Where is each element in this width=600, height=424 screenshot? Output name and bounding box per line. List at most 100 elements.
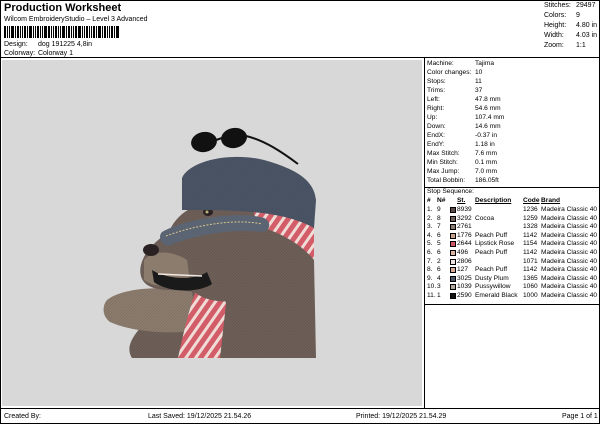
thread-brand: Madeira Classic 40 <box>541 206 598 213</box>
needle-number: 1 <box>437 292 441 299</box>
thread-code: 1142 <box>523 231 538 239</box>
thread-color-swatch <box>450 284 456 291</box>
info-value: 10 <box>475 69 483 76</box>
barcode-bar <box>24 26 26 38</box>
barcode-bar <box>20 26 21 38</box>
info-label: Down: <box>427 123 446 130</box>
stop-sequence-title: Stop Sequence: <box>427 188 474 195</box>
barcode-bar <box>91 26 92 38</box>
stop-index: 8. <box>427 266 433 274</box>
needle-number: 6 <box>437 266 441 274</box>
header-index: # <box>427 197 431 204</box>
thread-code: 1060 <box>523 283 538 291</box>
stop-index: 6. <box>427 249 433 256</box>
info-label: Total Bobbin: <box>427 177 466 184</box>
barcode-bar <box>17 26 19 38</box>
stop-index: 3. <box>427 223 433 231</box>
design-preview[interactable] <box>2 60 422 406</box>
thread-description: Cocoa <box>475 214 495 222</box>
barcode-bar <box>9 26 10 38</box>
info-right: Right: 54.6 mm <box>427 105 597 114</box>
info-label: EndX: <box>427 132 445 139</box>
stitch-count: 3292 <box>457 214 472 222</box>
barcode-bar <box>107 26 108 38</box>
barcode-bar <box>78 26 81 38</box>
stop-index: 2. <box>427 214 433 222</box>
colorway-label: Colorway: <box>4 50 36 57</box>
info-up: Up: 107.4 mm <box>427 114 597 123</box>
stitch-count: 2806 <box>457 257 472 265</box>
stitch-count: 1776 <box>457 231 472 239</box>
info-stops: Stops: 11 <box>427 78 597 87</box>
info-value: 0.1 mm <box>475 159 497 166</box>
info-label: Up: <box>427 114 438 121</box>
thread-color-swatch <box>450 224 456 231</box>
info-color-changes: Color changes: 10 <box>427 69 597 78</box>
barcode-bar <box>29 26 32 38</box>
stitch-count: 3025 <box>457 274 472 282</box>
barcode-bar <box>62 26 65 38</box>
info-label: Right: <box>427 105 445 112</box>
info-value: 54.6 mm <box>475 105 501 112</box>
barcode-bar <box>102 26 103 38</box>
stat-value: 4.03 in <box>576 32 598 39</box>
info-value: 14.6 mm <box>475 123 501 130</box>
barcode-bar <box>15 26 16 38</box>
stop-index: 7. <box>427 257 433 265</box>
stat-value: 29497 <box>576 2 596 9</box>
barcode-bar <box>75 26 77 38</box>
stat-stitches: Stitches: 29497 <box>544 2 600 12</box>
barcode-bar <box>7 26 8 38</box>
thread-brand: Madeira Classic 40 <box>541 214 598 222</box>
info-value: 47.8 mm <box>475 96 501 103</box>
info-label: Min Stitch: <box>427 159 458 166</box>
stop-index: 9. <box>427 274 433 282</box>
thread-description: Pussywillow <box>475 283 511 291</box>
info-endx: EndX: -0.37 in <box>427 132 597 141</box>
info-label: Max Jump: <box>427 168 460 175</box>
needle-number: 2 <box>437 257 441 265</box>
barcode-bar <box>37 26 39 38</box>
worksheet-footer: Created By: Last Saved: 19/12/2025 21.54… <box>0 408 600 424</box>
thread-color-swatch <box>450 241 456 248</box>
thread-brand: Madeira Classic 40 <box>541 231 598 239</box>
needle-number: 9 <box>437 206 441 213</box>
info-value: 107.4 mm <box>475 114 505 121</box>
info-label: EndY: <box>427 141 445 148</box>
thread-description: Peach Puff <box>475 266 508 274</box>
barcode-bar <box>60 26 61 38</box>
thread-brand: Madeira Classic 40 <box>541 249 598 256</box>
page-title: Production Worksheet <box>4 2 122 14</box>
thread-color-swatch <box>450 250 456 256</box>
thread-code: 1142 <box>523 249 538 256</box>
stitch-count: 2590 <box>457 292 472 299</box>
stop-index: 10. <box>427 283 437 291</box>
last-saved: Last Saved: 19/12/2025 21.54.26 <box>148 413 252 420</box>
stat-label: Zoom: <box>544 42 564 49</box>
thread-color-swatch <box>450 207 456 213</box>
barcode-bar <box>104 26 106 38</box>
barcode-bar <box>114 26 115 38</box>
barcode-bar <box>11 26 14 38</box>
stop-row: 11. 1 2590 Emerald Black 1000 Madeira Classic… <box>427 292 599 301</box>
barcode-bar <box>40 26 41 38</box>
barcode-bar <box>82 26 83 38</box>
info-value: 7.0 mm <box>475 168 497 175</box>
stitch-count: 1039 <box>457 283 472 291</box>
thread-brand: Madeira Classic 40 <box>541 274 598 282</box>
header-description: Description <box>475 197 512 204</box>
barcode-bar <box>33 26 34 38</box>
barcode-bar <box>96 26 97 38</box>
header-stitches: St. <box>457 197 466 204</box>
thread-code: 1328 <box>523 223 538 231</box>
barcode-bar <box>51 26 52 38</box>
barcode-bar <box>116 26 119 38</box>
info-value: 1.18 in <box>475 141 495 148</box>
info-machine: Machine: Tajima <box>427 60 597 69</box>
thread-brand: Madeira Classic 40 <box>541 223 598 231</box>
thread-color-swatch <box>450 232 456 239</box>
thread-brand: Madeira Classic 40 <box>541 283 598 291</box>
info-max-stitch: Max Stitch: 7.6 mm <box>427 150 597 159</box>
stat-value: 4.80 in <box>576 22 598 29</box>
info-value: 186.05ft <box>475 177 499 184</box>
